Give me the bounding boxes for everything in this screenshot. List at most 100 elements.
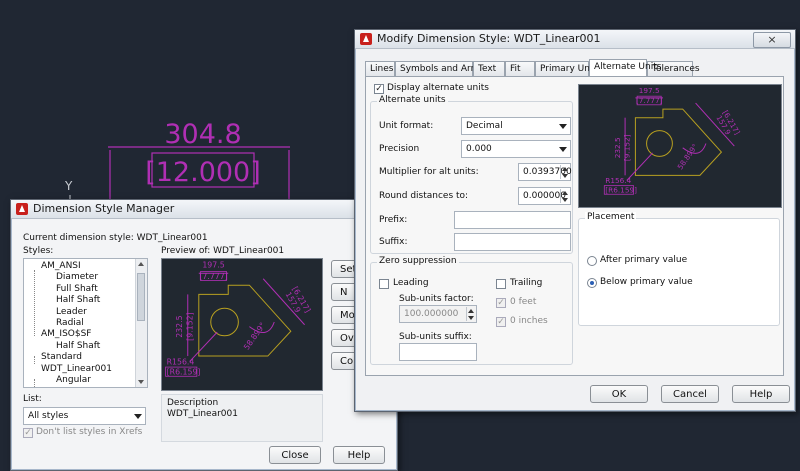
preview-angle-text: 58.899° bbox=[675, 142, 699, 171]
preview-angle-text: 58.899° bbox=[242, 321, 267, 352]
subunits-suffix-label: Sub-units suffix: bbox=[399, 332, 472, 342]
list-label: List: bbox=[23, 394, 42, 404]
preview-radius-text: R156.4 bbox=[605, 176, 631, 185]
tab-alternate-units[interactable]: Alternate Units bbox=[589, 59, 661, 76]
style-tree-item[interactable]: WDT_Linear001 bbox=[41, 363, 112, 374]
close-icon[interactable]: × bbox=[753, 32, 791, 48]
tab-primary-units[interactable]: Primary Units bbox=[535, 61, 601, 76]
placement-title: Placement bbox=[585, 212, 637, 222]
preview-left-dim-text: 232.5 bbox=[613, 137, 622, 158]
style-tree-item[interactable]: Full Shaft bbox=[56, 284, 98, 294]
styles-label: Styles: bbox=[23, 246, 54, 256]
trailing-label: Trailing bbox=[510, 278, 543, 288]
modify-dimension-style-dialog: Modify Dimension Style: WDT_Linear001 × … bbox=[354, 29, 796, 412]
subunits-factor-label: Sub-units factor: bbox=[399, 294, 474, 304]
dsm-preview: 197.5 [7.777] 232.5 [9.152] 157.9 [6.217] 58.8… bbox=[161, 258, 323, 391]
trailing-checkbox[interactable] bbox=[496, 279, 506, 289]
after-primary-label: After primary value bbox=[600, 255, 688, 265]
unit-format-value: Decimal bbox=[466, 121, 503, 131]
prefix-input[interactable] bbox=[454, 211, 571, 229]
preview-left-alt-text: [9.152] bbox=[622, 134, 631, 161]
tab-symbols-and-arrows[interactable]: Symbols and Arrows bbox=[395, 61, 492, 76]
mds-titlebar[interactable]: Modify Dimension Style: WDT_Linear001 × bbox=[355, 30, 795, 49]
list-filter-value: All styles bbox=[28, 411, 69, 421]
style-tree-item[interactable]: Standard bbox=[41, 352, 82, 362]
style-tree-item[interactable]: Radial bbox=[56, 318, 84, 328]
chevron-down-icon bbox=[134, 414, 142, 419]
preview-hole bbox=[210, 307, 239, 337]
zero-suppression-group: Zero suppression Leading Sub-units facto… bbox=[370, 256, 573, 365]
tab-text[interactable]: Text bbox=[473, 61, 505, 76]
tree-connector bbox=[34, 379, 35, 387]
styles-scrollbar[interactable] bbox=[135, 259, 147, 387]
help-button[interactable]: Help bbox=[333, 446, 385, 464]
spinner-icon[interactable] bbox=[560, 189, 569, 203]
dimension-value: 304.8 bbox=[164, 119, 241, 150]
spinner-icon[interactable] bbox=[466, 307, 475, 321]
style-tree-item[interactable]: Half Shaft bbox=[56, 341, 100, 351]
dsm-title: Dimension Style Manager bbox=[33, 202, 175, 215]
description-box: Description WDT_Linear001 bbox=[161, 394, 323, 442]
leading-label: Leading bbox=[393, 278, 429, 288]
display-alt-units-checkbox[interactable]: ✓ bbox=[374, 84, 384, 94]
prefix-label: Prefix: bbox=[379, 215, 408, 225]
scroll-down-arrow[interactable] bbox=[138, 380, 144, 384]
preview-label: Preview of: WDT_Linear001 bbox=[161, 246, 285, 256]
dimension-alt-value: [12.000] bbox=[145, 157, 261, 188]
style-tree-item[interactable]: Half Shaft bbox=[56, 295, 100, 305]
spinner-icon[interactable] bbox=[560, 165, 569, 179]
multiplier-stepper[interactable]: 0.0393700 bbox=[518, 163, 572, 181]
dsm-preview-drawing: 197.5[7.777]232.5 [9.152]157.9[6.217]58.8… bbox=[165, 261, 312, 377]
style-tree-item[interactable]: Leader bbox=[56, 307, 87, 317]
current-style-label: Current dimension style: WDT_Linear001 bbox=[23, 233, 208, 243]
preview-top-dim-text: 197.5 bbox=[202, 261, 224, 270]
description-value: WDT_Linear001 bbox=[167, 409, 238, 419]
scroll-thumb[interactable] bbox=[137, 273, 145, 321]
cancel-button[interactable]: Cancel bbox=[661, 385, 719, 403]
multiplier-label: Multiplier for alt units: bbox=[379, 167, 479, 177]
preview-left-dim-text: 232.5 bbox=[175, 315, 184, 337]
subunits-factor-stepper[interactable]: 100.000000 bbox=[399, 305, 477, 323]
style-tree-item[interactable]: Diameter bbox=[56, 272, 98, 282]
styles-list[interactable]: AM_ANSI Diameter Full Shaft Half Shaft Leade… bbox=[23, 258, 148, 388]
list-filter-dropdown[interactable]: All styles bbox=[23, 407, 146, 425]
style-tree-item[interactable]: Angular bbox=[56, 375, 91, 385]
style-tree-item[interactable]: AM_ANSI bbox=[41, 261, 81, 271]
subunits-factor-value: 100.000000 bbox=[404, 309, 459, 319]
tab-strip: Lines Symbols and Arrows Text Fit Primary Un… bbox=[365, 59, 785, 77]
precision-value: 0.000 bbox=[466, 144, 492, 154]
scroll-up-arrow[interactable] bbox=[138, 262, 144, 266]
dsm-titlebar[interactable]: Dimension Style Manager bbox=[11, 200, 397, 219]
after-primary-radio[interactable] bbox=[587, 256, 597, 266]
xrefs-checkbox[interactable]: ✓ bbox=[23, 428, 33, 438]
feet-checkbox[interactable]: ✓ bbox=[496, 298, 506, 308]
chevron-down-icon bbox=[559, 124, 567, 129]
tree-connector bbox=[34, 270, 35, 336]
unit-format-dropdown[interactable]: Decimal bbox=[461, 117, 571, 135]
below-primary-radio[interactable] bbox=[587, 278, 597, 288]
close-button[interactable]: Close bbox=[269, 446, 321, 464]
tab-fit[interactable]: Fit bbox=[505, 61, 535, 76]
precision-dropdown[interactable]: 0.000 bbox=[461, 140, 571, 158]
ok-button[interactable]: OK bbox=[590, 385, 648, 403]
autocad-app-icon bbox=[16, 203, 28, 215]
subunits-suffix-input[interactable] bbox=[399, 343, 477, 361]
xrefs-label: Don't list styles in Xrefs bbox=[36, 427, 143, 437]
description-label: Description bbox=[167, 398, 219, 408]
inches-checkbox[interactable]: ✓ bbox=[496, 317, 506, 327]
suffix-input[interactable] bbox=[454, 233, 571, 251]
preview-radius-text: R156.4 bbox=[167, 357, 195, 366]
unit-format-label: Unit format: bbox=[379, 121, 434, 131]
suffix-label: Suffix: bbox=[379, 237, 408, 247]
precision-label: Precision bbox=[379, 144, 420, 154]
preview-top-alt-text: [7.777] bbox=[199, 272, 227, 281]
preview-left-alt-text: [9.152] bbox=[185, 312, 194, 340]
alt-units-group-title: Alternate units bbox=[377, 95, 448, 105]
leading-checkbox[interactable] bbox=[379, 279, 389, 289]
style-tree-item[interactable]: AM_ISO$SF bbox=[41, 329, 92, 339]
help-button[interactable]: Help bbox=[732, 385, 790, 403]
tab-lines[interactable]: Lines bbox=[365, 61, 395, 76]
mds-preview: 197.5 [7.777] 232.5 [9.152] 157.9 [6.217] 58.8… bbox=[578, 84, 782, 208]
round-distances-stepper[interactable]: 0.000000 bbox=[518, 187, 571, 205]
preview-radius-alt-text: [R6.159] bbox=[167, 367, 201, 376]
